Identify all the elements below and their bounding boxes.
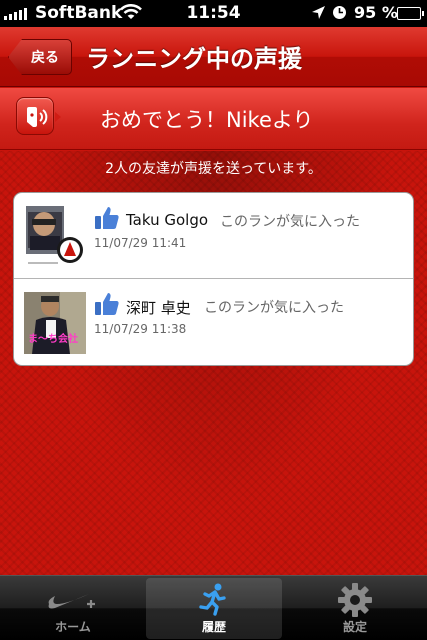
back-button[interactable]: 戻る <box>8 39 72 75</box>
cheer-name: Taku Golgo <box>126 211 209 229</box>
navigation-bar: 戻る ランニング中の声援 <box>0 27 427 87</box>
location-icon <box>311 5 326 24</box>
tab-label: 設定 <box>342 620 367 634</box>
avatar: ま〜ち会社 <box>24 292 86 354</box>
tab-home[interactable]: ホーム <box>5 578 141 639</box>
cheer-list: Taku Golgo このランが気に入った 11/07/29 11:41 ま〜ち… <box>13 192 414 366</box>
avatar <box>24 206 86 268</box>
gear-icon <box>287 582 423 618</box>
battery-percent: 95 % <box>354 3 398 22</box>
cheer-name: 深町 卓史 <box>126 299 191 317</box>
cheer-banner: おめでとう！Nikeより <box>0 88 427 150</box>
battery-icon <box>397 7 424 20</box>
tab-label: 履歴 <box>201 620 226 634</box>
tab-settings[interactable]: 設定 <box>287 578 423 639</box>
avatar-caption: ま〜ち会社 <box>28 332 78 345</box>
cheer-message: このランが気に入った <box>220 214 360 230</box>
cheer-timestamp: 11/07/29 11:41 <box>94 236 187 250</box>
list-item[interactable]: Taku Golgo このランが気に入った 11/07/29 11:41 <box>14 193 413 279</box>
page-title: ランニング中の声援 <box>86 45 302 73</box>
list-item[interactable]: ま〜ち会社 深町 卓史 このランが気に入った 11/07/29 11:38 <box>14 279 413 365</box>
nike-swoosh-icon <box>5 582 141 612</box>
runner-icon <box>146 582 282 616</box>
alarm-icon <box>332 5 347 24</box>
tab-bar: ホーム 履歴 設定 <box>0 575 427 640</box>
thumbs-up-icon <box>94 205 120 235</box>
thumbs-up-icon <box>94 291 120 321</box>
banner-pointer <box>55 112 61 122</box>
tab-label: ホーム <box>55 620 91 634</box>
banner-message: おめでとう！Nikeより <box>100 108 314 132</box>
status-bar: SoftBank 11:54 95 % <box>0 0 427 27</box>
cheer-speaker-icon <box>16 97 54 135</box>
cheer-timestamp: 11/07/29 11:38 <box>94 322 187 336</box>
cheer-message: このランが気に入った <box>204 300 344 316</box>
friends-count-text: 2人の友達が声援を送っています。 <box>105 161 322 177</box>
tab-history[interactable]: 履歴 <box>146 578 282 639</box>
